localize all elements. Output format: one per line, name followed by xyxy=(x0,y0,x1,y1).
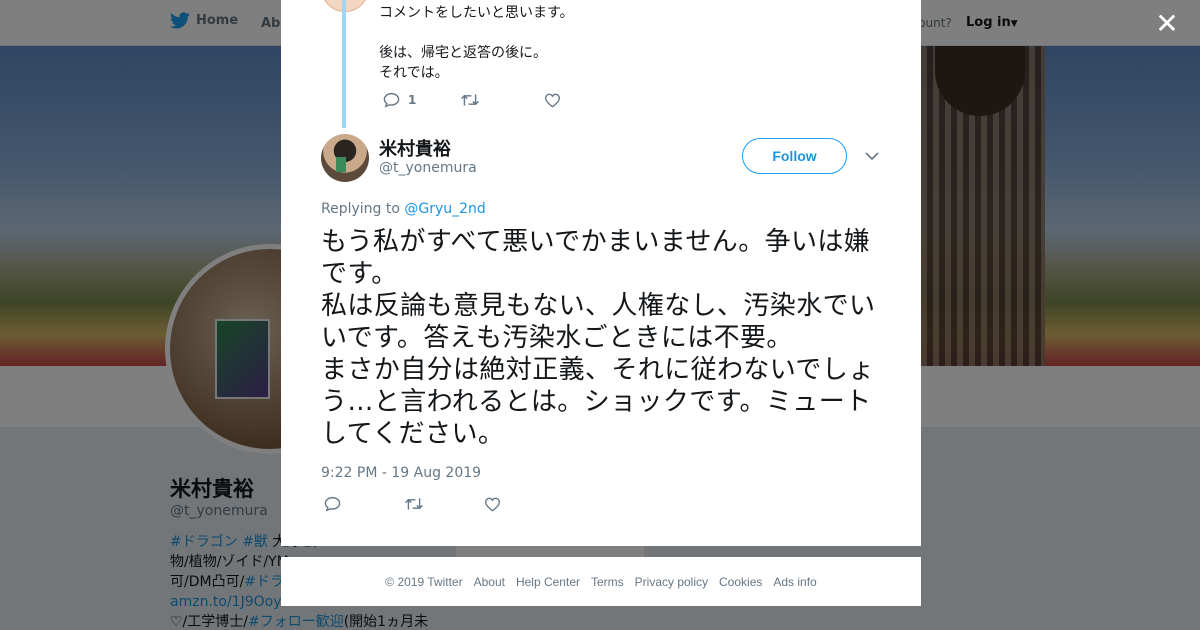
reply-button[interactable] xyxy=(324,496,404,512)
replying-prefix: Replying to xyxy=(321,201,405,217)
footer-link-privacy[interactable]: Privacy policy xyxy=(635,575,708,589)
like-button[interactable] xyxy=(484,497,564,512)
modal-footer: © 2019 Twitter About Help Center Terms P… xyxy=(281,557,921,606)
replying-mention-link[interactable]: @Gryu_2nd xyxy=(404,201,485,217)
tweet-text-line: 私は反論も意見もない、人権なし、汚染水でいいです。答えも汚染水ごときには不要。 xyxy=(321,291,876,353)
retweet-icon xyxy=(461,94,479,106)
footer-link-help-center[interactable]: Help Center xyxy=(516,575,580,589)
reply-icon xyxy=(324,496,341,512)
author-avatar[interactable] xyxy=(321,134,369,182)
thread-connector-line xyxy=(342,0,346,128)
previous-tweet-text: コメントをしたいと思います。 後は、帰宅と返答の後に。 それでは。 xyxy=(379,3,574,83)
footer-link-cookies[interactable]: Cookies xyxy=(719,575,762,589)
footer-link-ads-info[interactable]: Ads info xyxy=(773,575,816,589)
previous-tweet-actions: 1 xyxy=(383,92,561,108)
retweet-button[interactable] xyxy=(460,93,544,107)
previous-tweet-line: 後は、帰宅と返答の後に。 xyxy=(379,45,547,61)
footer-link-terms[interactable]: Terms xyxy=(591,575,624,589)
tweet-text-line: まさか自分は絶対正義、それに従わないでしょう…と言われるとは。ショックです。ミュ… xyxy=(321,355,875,449)
previous-tweet-line xyxy=(379,23,574,43)
retweet-icon xyxy=(405,498,423,510)
footer-link-about[interactable]: About xyxy=(474,575,505,589)
author-handle[interactable]: @t_yonemura xyxy=(379,160,477,176)
reply-count: 1 xyxy=(408,93,417,107)
chevron-down-icon[interactable] xyxy=(864,148,880,164)
previous-tweet-line: コメントをしたいと思います。 xyxy=(379,5,574,21)
replying-to: Replying to @Gryu_2nd xyxy=(321,201,486,217)
previous-tweet-line: それでは。 xyxy=(379,65,449,81)
retweet-button[interactable] xyxy=(404,497,484,511)
follow-button[interactable]: Follow xyxy=(742,138,847,174)
tweet-actions xyxy=(324,496,564,512)
tweet-text: もう私がすべて悪いでかまいません。争いは嫌です。 私は反論も意見もない、人権なし… xyxy=(321,226,881,450)
close-icon[interactable]: ✕ xyxy=(1155,10,1179,38)
heart-icon xyxy=(484,497,501,511)
footer-copyright: © 2019 Twitter xyxy=(385,574,463,589)
avatar-card-image xyxy=(336,157,346,172)
tweet-timestamp[interactable]: 9:22 PM - 19 Aug 2019 xyxy=(321,465,481,481)
tweet-text-line: もう私がすべて悪いでかまいません。争いは嫌です。 xyxy=(321,227,871,289)
reply-icon xyxy=(383,92,400,108)
heart-icon xyxy=(544,93,561,107)
tweet-permalink-modal: コメントをしたいと思います。 後は、帰宅と返答の後に。 それでは。 1 米村貴裕… xyxy=(281,0,921,546)
like-button[interactable] xyxy=(544,93,561,108)
reply-button[interactable]: 1 xyxy=(383,92,460,108)
author-name[interactable]: 米村貴裕 xyxy=(379,135,451,161)
